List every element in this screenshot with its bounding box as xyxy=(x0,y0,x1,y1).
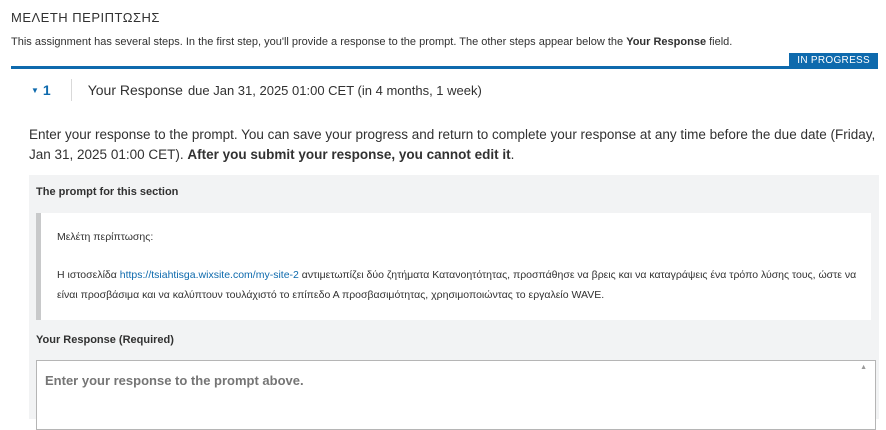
prompt-text: Η ιστοσελίδα https://tsiahtisga.wixsite.… xyxy=(57,269,857,301)
scroll-up-arrow-icon[interactable]: ▲ xyxy=(860,364,867,371)
response-section: Your Response (Required) ▲ xyxy=(29,330,879,430)
step-title: Your Response xyxy=(87,82,183,98)
step-instructions: Enter your response to the prompt. You c… xyxy=(29,127,876,162)
assignment-intro: This assignment has several steps. In th… xyxy=(11,36,733,48)
prompt-site-link[interactable]: https://tsiahtisga.wixsite.com/my-site-2 xyxy=(120,269,299,281)
step-divider xyxy=(70,79,72,101)
step-toggle[interactable]: ▼ 1 xyxy=(31,82,51,98)
assignment-title: ΜΕΛΕΤΗ ΠΕΡΙΠΤΩΣΗΣ xyxy=(11,10,160,25)
step-due-date: due Jan 31, 2025 01:00 CET (in 4 months,… xyxy=(187,82,482,98)
prompt-content: Μελέτη περίπτωσης: Η ιστοσελίδα https://… xyxy=(36,213,871,320)
prompt-heading: The prompt for this section xyxy=(36,186,179,198)
triangle-down-icon: ▼ xyxy=(31,85,39,95)
step-number: 1 xyxy=(42,82,51,98)
prompt-case-study-label: Μελέτη περίπτωσης: xyxy=(57,231,154,243)
prompt-section: The prompt for this section Μελέτη περίπ… xyxy=(29,175,879,330)
response-label: Your Response (Required) xyxy=(36,334,174,346)
step-header: ▼ 1 Your Response due Jan 31, 2025 01:00… xyxy=(31,79,482,101)
response-textarea[interactable] xyxy=(36,360,876,430)
status-bar xyxy=(11,66,877,69)
